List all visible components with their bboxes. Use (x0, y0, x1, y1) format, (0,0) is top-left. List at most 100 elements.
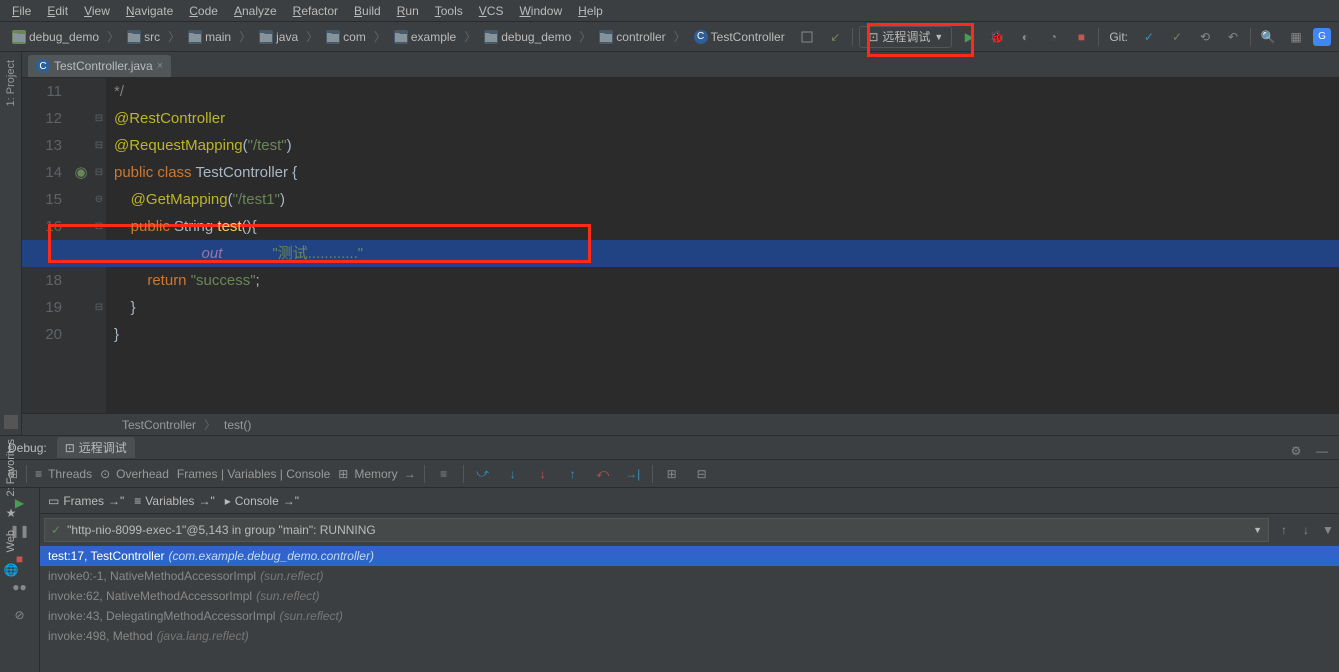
breadcrumb-controller[interactable]: controller (595, 29, 669, 45)
breadcrumb-debug_demo[interactable]: debug_demo (480, 29, 575, 45)
stack-frame[interactable]: invoke:43, DelegatingMethodAccessorImpl(… (40, 606, 1339, 626)
force-step-into-icon[interactable]: ↓ (532, 463, 554, 485)
git-revert-icon[interactable]: ↶ (1222, 26, 1244, 48)
next-frame-icon[interactable]: ↓ (1295, 519, 1317, 541)
evaluate-icon[interactable]: ⊞ (661, 463, 683, 485)
menu-navigate[interactable]: Navigate (118, 2, 181, 20)
left-tool-strip-lower: 2: Favorites ★ Web 🌐 (0, 435, 22, 577)
overhead-toggle[interactable]: ⊙ Overhead (100, 467, 169, 481)
stack-frame[interactable]: invoke:62, NativeMethodAccessorImpl(sun.… (40, 586, 1339, 606)
crumb-class[interactable]: TestController (122, 418, 196, 432)
folder-icon (188, 30, 202, 44)
code-line-12[interactable]: @RestController (106, 105, 1339, 132)
frames-tab[interactable]: ▭ Frames →" (48, 494, 124, 508)
trace-icon[interactable]: ⊟ (691, 463, 713, 485)
menu-edit[interactable]: Edit (39, 2, 76, 20)
drop-frame-icon[interactable]: ⤺ (592, 463, 614, 485)
code-line-16[interactable]: public String test(){ (106, 213, 1339, 240)
git-history-icon[interactable]: ⟲ (1194, 26, 1216, 48)
debug-button[interactable]: 🐞 (986, 26, 1008, 48)
code-line-14[interactable]: public class TestController { (106, 159, 1339, 186)
git-commit-icon[interactable]: ✓ (1166, 26, 1188, 48)
menu-run[interactable]: Run (389, 2, 427, 20)
crumb-method[interactable]: test() (224, 418, 251, 432)
menu-build[interactable]: Build (346, 2, 389, 20)
project-structure-icon[interactable]: ▦ (1285, 26, 1307, 48)
google-icon[interactable]: G (1313, 28, 1331, 46)
debug-session-tab[interactable]: ⊡ 远程调试 (57, 437, 135, 458)
menu-vcs[interactable]: VCS (471, 2, 512, 20)
frames-list[interactable]: test:17, TestController(com.example.debu… (40, 546, 1339, 672)
run-button[interactable]: ▶ (958, 26, 980, 48)
breadcrumb-example[interactable]: example (390, 29, 460, 45)
editor-breadcrumb: TestController 〉 test() (22, 413, 1339, 435)
git-label: Git: (1109, 30, 1128, 44)
menu-help[interactable]: Help (570, 2, 611, 20)
profile-button[interactable]: ◔ (1042, 26, 1064, 48)
variables-tab[interactable]: ≡ Variables →" (134, 494, 214, 508)
check-icon: ✓ (51, 523, 61, 537)
filter-frames-icon[interactable]: ▼ (1317, 519, 1339, 541)
stack-frame[interactable]: invoke:498, Method(java.lang.reflect) (40, 626, 1339, 646)
code-editor[interactable]: 11121314151617181920 ◉ ⊟⊟⊟⊖⊟⊟ */@RestCon… (22, 78, 1339, 413)
sync-icon[interactable]: ↙ (824, 26, 846, 48)
search-icon[interactable]: 🔍 (1257, 26, 1279, 48)
run-to-cursor-icon[interactable]: →| (622, 463, 644, 485)
code-line-20[interactable]: } (106, 321, 1339, 348)
menu-file[interactable]: File (4, 2, 39, 20)
menu-tools[interactable]: Tools (427, 2, 471, 20)
settings-icon[interactable]: ⚙ (1285, 440, 1307, 462)
dropdown-icon: ▼ (1253, 525, 1262, 535)
run-config-selector[interactable]: ⊡ 远程调试 ▼ (859, 26, 952, 48)
memory-toggle[interactable]: ⊞ Memory → (338, 467, 415, 481)
menu-code[interactable]: Code (181, 2, 226, 20)
step-over-icon[interactable]: ⤻ (472, 463, 494, 485)
build-icon[interactable] (796, 26, 818, 48)
breadcrumb-com[interactable]: com (322, 29, 370, 45)
menu-refactor[interactable]: Refactor (285, 2, 346, 20)
folder-icon (394, 30, 408, 44)
stop-button[interactable]: ■ (1070, 26, 1092, 48)
code-line-11[interactable]: */ (106, 78, 1339, 105)
threads-toggle[interactable]: ≡ Threads (35, 467, 92, 481)
menu-analyze[interactable]: Analyze (226, 2, 285, 20)
folder-icon (259, 30, 273, 44)
breadcrumb-debug_demo[interactable]: debug_demo (8, 29, 103, 45)
breadcrumb-java[interactable]: java (255, 29, 302, 45)
breadcrumb[interactable]: debug_demo〉src〉main〉java〉com〉example〉deb… (8, 28, 796, 45)
left-tool-strip: 1: Project (0, 52, 22, 435)
show-exec-point-icon[interactable]: ≡ (433, 463, 455, 485)
stack-frame[interactable]: invoke0:-1, NativeMethodAccessorImpl(sun… (40, 566, 1339, 586)
git-update-icon[interactable]: ✓ (1138, 26, 1160, 48)
menu-window[interactable]: Window (511, 2, 570, 20)
breadcrumb-testcontroller[interactable]: CTestController (690, 29, 789, 45)
view-breakpoints-icon[interactable]: ●● (9, 576, 31, 598)
code-line-18[interactable]: return "success"; (106, 267, 1339, 294)
folder-icon (484, 30, 498, 44)
step-out-icon[interactable]: ↑ (562, 463, 584, 485)
thread-selector[interactable]: ✓ "http-nio-8099-exec-1"@5,143 in group … (44, 518, 1269, 542)
project-tool-tab[interactable]: 1: Project (3, 56, 19, 110)
mute-breakpoints-icon[interactable]: ⊘ (9, 604, 31, 626)
fvc-label: Frames | Variables | Console (177, 467, 330, 481)
coverage-button[interactable]: ◐ (1014, 26, 1036, 48)
stack-frame[interactable]: test:17, TestController(com.example.debu… (40, 546, 1339, 566)
favorites-tab[interactable]: 2: Favorites (3, 435, 19, 500)
structure-icon[interactable] (4, 415, 18, 429)
editor-tab[interactable]: C TestController.java × (28, 55, 171, 77)
code-line-13[interactable]: @RequestMapping("/test") (106, 132, 1339, 159)
menu-view[interactable]: View (76, 2, 118, 20)
console-tab[interactable]: ▸ Console →" (225, 494, 299, 508)
hide-icon[interactable]: — (1311, 440, 1333, 462)
folder-icon (127, 30, 141, 44)
step-into-icon[interactable]: ↓ (502, 463, 524, 485)
navigation-row: debug_demo〉src〉main〉java〉com〉example〉deb… (0, 22, 1339, 52)
close-tab-icon[interactable]: × (157, 60, 163, 72)
code-line-19[interactable]: } (106, 294, 1339, 321)
breadcrumb-src[interactable]: src (123, 29, 164, 45)
breadcrumb-main[interactable]: main (184, 29, 235, 45)
code-line-15[interactable]: @GetMapping("/test1") (106, 186, 1339, 213)
prev-frame-icon[interactable]: ↑ (1273, 519, 1295, 541)
run-config-label: 远程调试 (882, 28, 930, 45)
web-tab[interactable]: Web (3, 526, 19, 556)
